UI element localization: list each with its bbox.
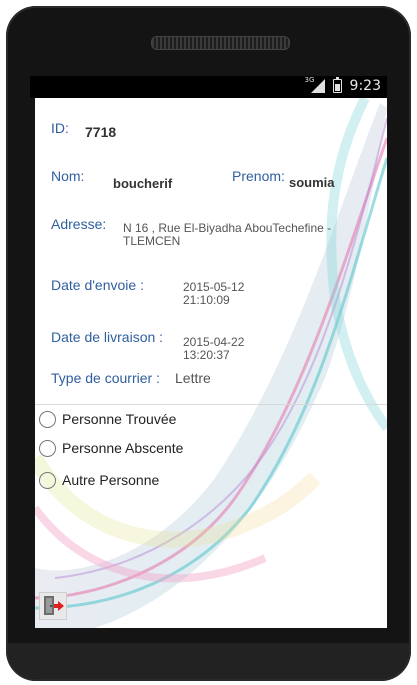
signal-icon: 3G [305,76,325,93]
prenom-label: Prenom: [232,168,285,184]
option-autre-personne[interactable]: Autre Personne [39,465,159,495]
radio-button[interactable] [39,439,56,457]
type-courrier-value: Lettre [175,370,211,386]
radio-button[interactable] [39,471,56,489]
adresse-value: N 16 , Rue El-Biyadha AbouTechefine - TL… [123,222,385,248]
date-livraison-value: 2015-04-22 13:20:37 [183,336,244,362]
nom-label: Nom: [51,168,85,184]
option-personne-trouvee[interactable]: Personne Trouvée [39,404,176,434]
earpiece-speaker [151,36,290,50]
id-label: ID: [51,120,69,136]
battery-icon [332,77,342,93]
phone-bottom-bezel [8,643,409,679]
date-envoi-time: 21:10:09 [183,293,230,307]
status-bar: 3G 9:23 [30,76,387,98]
option-label: Personne Abscente [62,440,184,456]
nom-value: boucherif [113,176,173,191]
date-envoi-value: 2015-05-12 21:10:09 [183,281,244,307]
adresse-line-2: TLEMCEN [123,234,181,248]
radio-button[interactable] [39,410,56,428]
type-courrier-label: Type de courrier : [51,370,160,386]
app-screen: ID: 7718 Nom: boucherif Prenom: soumia A… [35,98,387,628]
date-livraison-time: 13:20:37 [183,348,230,362]
option-personne-abscente[interactable]: Personne Abscente [39,433,183,463]
id-value: 7718 [85,124,117,140]
date-livraison-label: Date de livraison : [51,329,164,345]
exit-button[interactable] [39,592,67,620]
option-label: Autre Personne [62,472,160,488]
exit-door-icon [44,596,64,615]
prenom-value: soumia [289,175,335,190]
date-envoi-label: Date d'envoie : [51,277,144,293]
status-right: 3G 9:23 [305,76,381,94]
option-label: Personne Trouvée [62,411,177,427]
clock: 9:23 [349,78,381,94]
delivery-form: ID: 7718 Nom: boucherif Prenom: soumia A… [35,98,387,628]
adresse-label: Adresse: [51,216,107,232]
